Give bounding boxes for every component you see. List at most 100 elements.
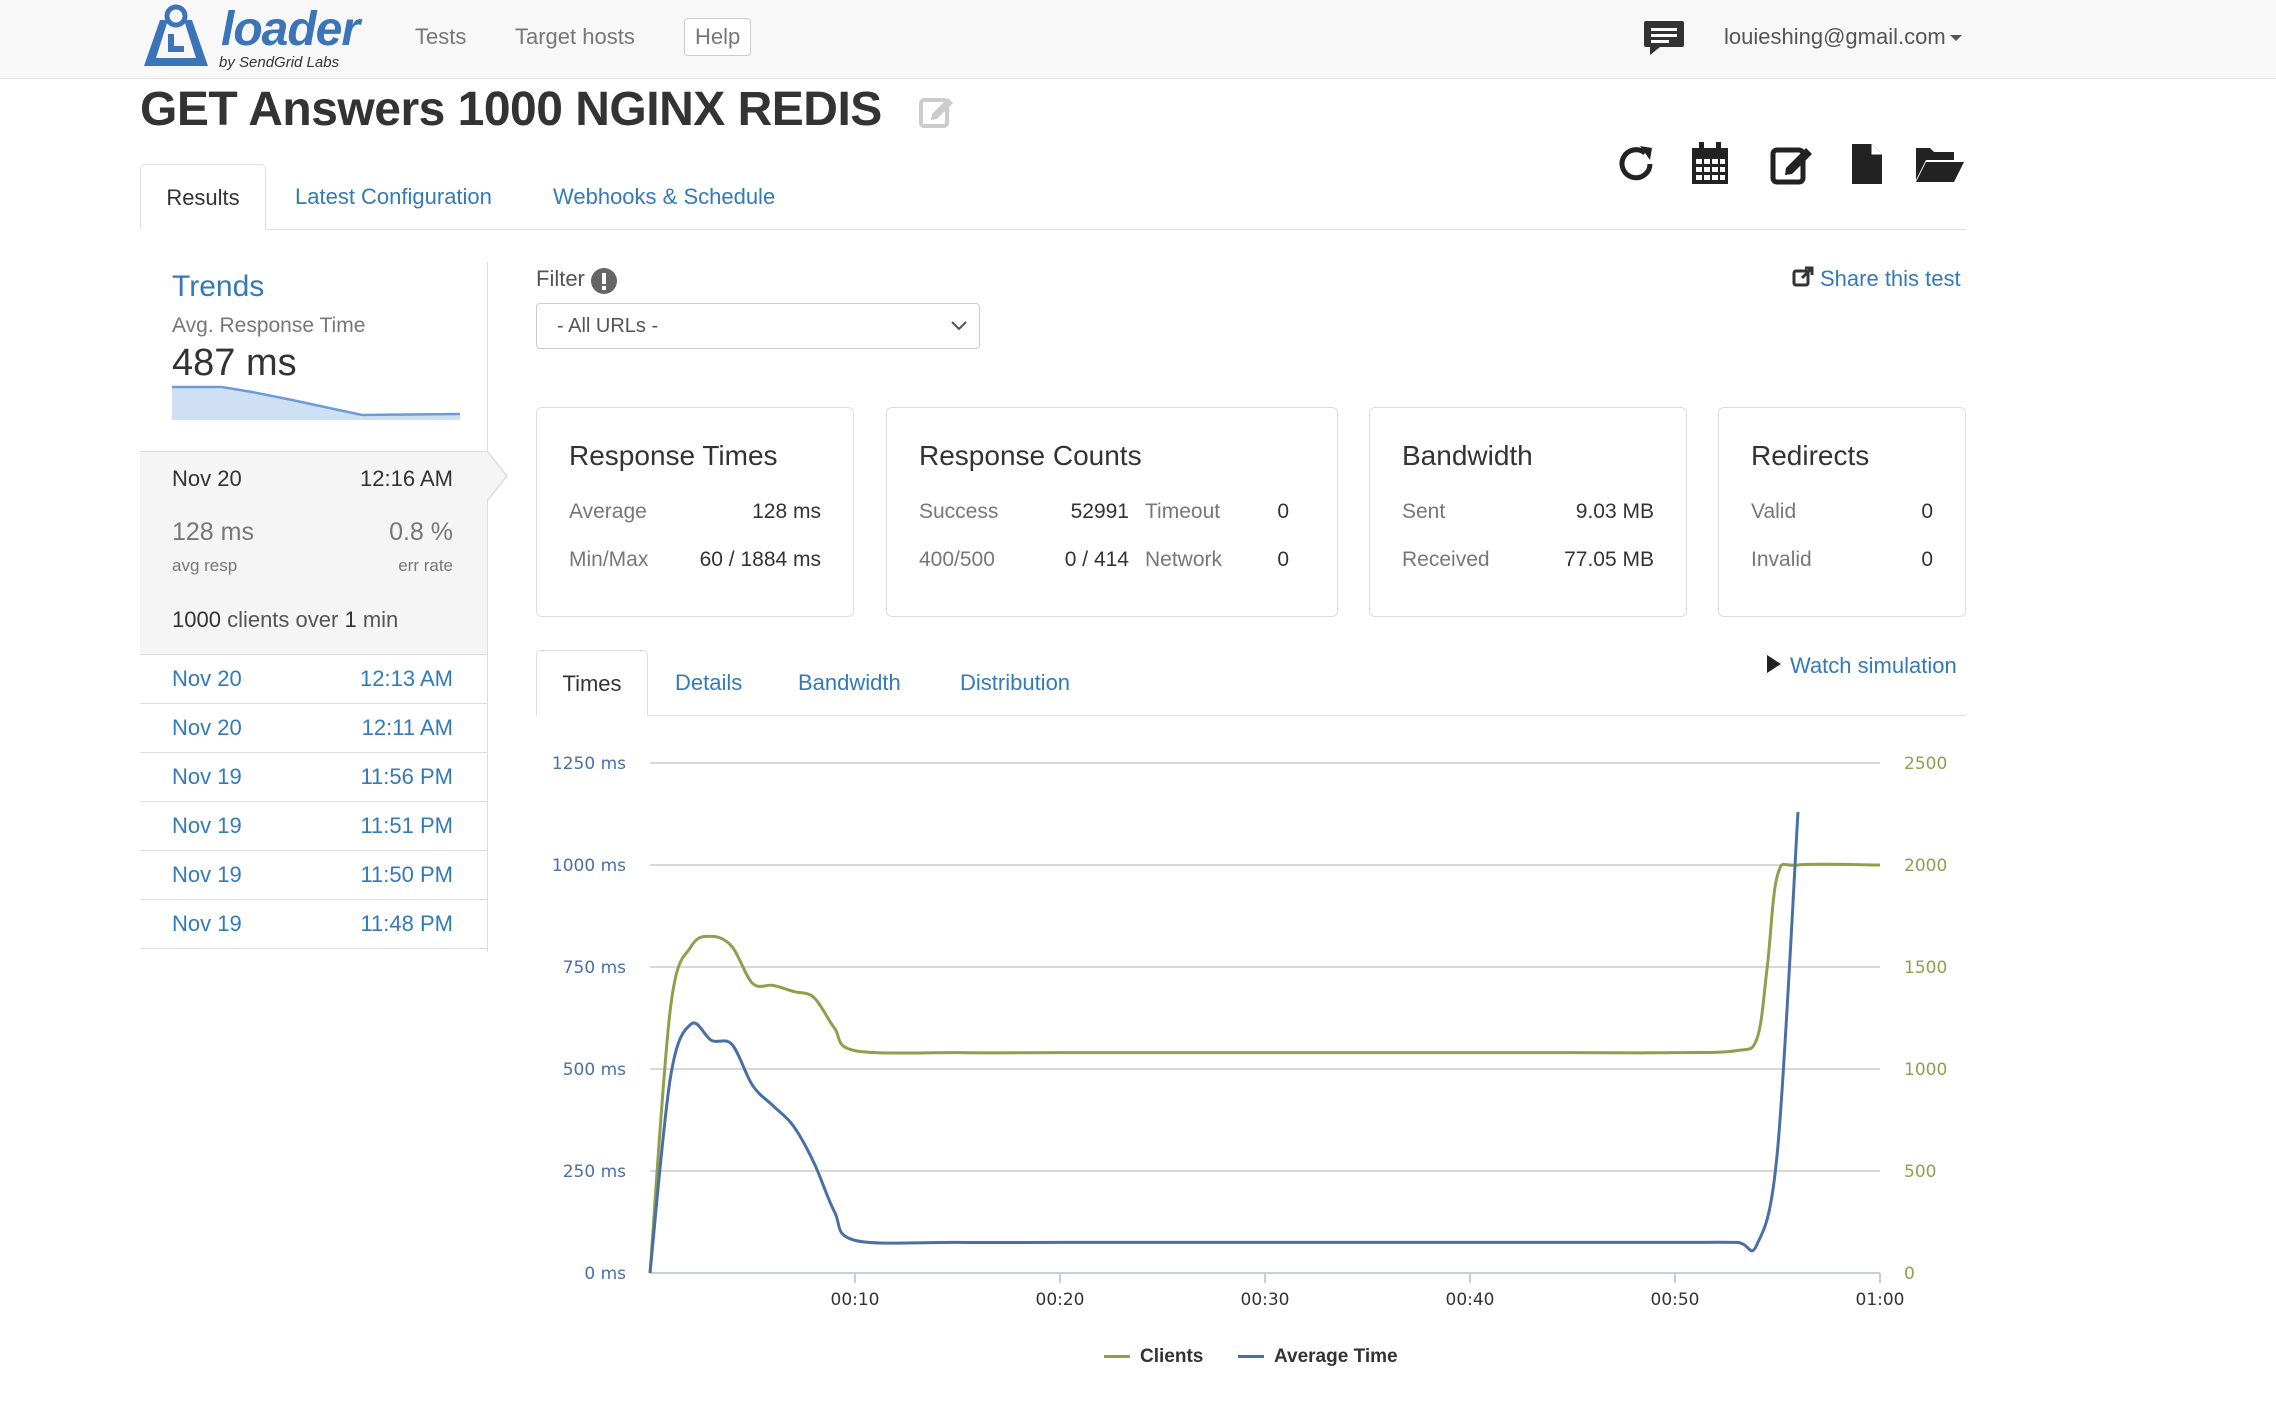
x-tick-label: 00:20 xyxy=(1036,1290,1085,1310)
share-test-link[interactable]: Share this test xyxy=(1792,266,1961,292)
run-row[interactable]: Nov 19 11:50 PM xyxy=(140,850,487,900)
refresh-icon[interactable] xyxy=(1614,142,1658,186)
run-date: Nov 19 xyxy=(172,813,242,838)
user-menu[interactable]: louieshing@gmail.com xyxy=(1724,24,1962,50)
network-label: Network xyxy=(1145,548,1223,571)
y-left-tick-label: 1000 ms xyxy=(552,856,626,876)
chart-tab-details[interactable]: Details xyxy=(675,650,742,716)
current-run-date: Nov 20 xyxy=(172,466,242,491)
nav-tests[interactable]: Tests xyxy=(415,24,466,50)
average-value: 128 ms xyxy=(752,500,821,523)
minmax-label: Min/Max xyxy=(569,548,649,571)
panel-title: Response Counts xyxy=(919,440,1142,471)
current-run-clients: 1000 clients over 1 min xyxy=(172,607,398,633)
legend-swatch-clients xyxy=(1104,1355,1130,1359)
invalid-value: 0 xyxy=(1921,548,1933,571)
duration-value: 1 xyxy=(344,607,357,632)
nav-help-button[interactable]: Help xyxy=(684,18,752,56)
edit-icon[interactable] xyxy=(1770,142,1814,186)
run-date: Nov 19 xyxy=(172,911,242,936)
run-row[interactable]: Nov 20 12:13 AM xyxy=(140,654,487,704)
y-left-tick-label: 750 ms xyxy=(563,958,626,978)
calendar-icon[interactable] xyxy=(1690,142,1730,186)
panel-response-times: Response Times Average 128 ms Min/Max 60… xyxy=(536,407,854,617)
run-time: 11:56 PM xyxy=(360,764,453,789)
network-value: 0 xyxy=(1277,548,1289,571)
y-right-tick-label: 0 xyxy=(1904,1264,1915,1284)
trend-sparkline xyxy=(172,385,460,420)
current-run-avg-resp-label: avg resp xyxy=(172,556,238,575)
share-test-label: Share this test xyxy=(1820,266,1961,291)
http-errors-label: 400/500 xyxy=(919,548,995,571)
x-tick-label: 00:40 xyxy=(1446,1290,1495,1310)
y-left-tick-label: 250 ms xyxy=(563,1162,626,1182)
valid-value: 0 xyxy=(1921,500,1933,523)
current-run-err-rate: 0.8 % xyxy=(389,518,453,546)
current-run-err-rate-label: err rate xyxy=(398,556,453,575)
y-left-tick-label: 0 ms xyxy=(584,1264,626,1284)
run-row[interactable]: Nov 19 11:51 PM xyxy=(140,801,487,851)
page-title: GET Answers 1000 NGINX REDIS xyxy=(140,83,882,136)
current-run-arrow-icon xyxy=(487,451,508,501)
received-value: 77.05 MB xyxy=(1564,548,1654,571)
legend-swatch-average-time xyxy=(1238,1355,1264,1359)
file-icon[interactable] xyxy=(1850,142,1884,186)
panel-response-counts: Response Counts Success 52991 Timeout 0 … xyxy=(886,407,1338,617)
legend-item-clients[interactable]: Clients xyxy=(1104,1346,1203,1368)
x-tick-label: 00:10 xyxy=(831,1290,880,1310)
chat-icon[interactable] xyxy=(1642,19,1686,57)
run-row[interactable]: Nov 20 12:11 AM xyxy=(140,703,487,753)
tab-results[interactable]: Results xyxy=(140,164,266,230)
nav-target-hosts[interactable]: Target hosts xyxy=(515,24,635,50)
y-left-tick-label: 1250 ms xyxy=(552,754,626,774)
sidebar-divider xyxy=(487,262,488,952)
chart-tab-distribution[interactable]: Distribution xyxy=(960,650,1070,716)
run-row[interactable]: Nov 19 11:56 PM xyxy=(140,752,487,802)
url-filter-select[interactable]: - All URLs - xyxy=(536,303,980,349)
panel-bandwidth: Bandwidth Sent 9.03 MB Received 77.05 MB xyxy=(1369,407,1687,617)
chart-tab-times[interactable]: Times xyxy=(536,650,648,716)
current-run: Nov 20 12:16 AM 128 ms avg resp 0.8 % er… xyxy=(140,451,487,655)
watch-simulation-link[interactable]: Watch simulation xyxy=(1766,653,1957,679)
current-run-time: 12:16 AM xyxy=(360,466,453,491)
filter-label: Filter xyxy=(536,266,585,291)
y-left-tick-label: 500 ms xyxy=(563,1060,626,1080)
loader-logo[interactable]: loader by SendGrid Labs xyxy=(140,2,360,74)
panel-title: Redirects xyxy=(1751,440,1870,471)
legend-label-clients: Clients xyxy=(1140,1346,1204,1367)
current-run-avg-resp: 128 ms xyxy=(172,518,254,546)
minmax-value: 60 / 1884 ms xyxy=(699,548,821,571)
share-icon xyxy=(1792,266,1814,287)
watch-simulation-label: Watch simulation xyxy=(1790,653,1957,678)
chart-tabs-divider xyxy=(536,715,1966,716)
received-label: Received xyxy=(1402,548,1490,571)
trends-title[interactable]: Trends xyxy=(172,270,264,304)
x-tick-label: 00:50 xyxy=(1651,1290,1700,1310)
caret-down-icon xyxy=(1949,35,1962,42)
sent-value: 9.03 MB xyxy=(1575,500,1654,523)
x-tick-label: 00:30 xyxy=(1241,1290,1290,1310)
url-filter-value: - All URLs - xyxy=(557,315,659,337)
run-date: Nov 20 xyxy=(172,666,242,691)
top-navbar: loader by SendGrid Labs Tests Target hos… xyxy=(0,0,2276,79)
tab-latest-configuration[interactable]: Latest Configuration xyxy=(295,164,492,230)
folder-open-icon[interactable] xyxy=(1914,142,1966,186)
loader-logo-icon xyxy=(144,4,208,66)
run-row[interactable]: Nov 19 11:48 PM xyxy=(140,899,487,949)
legend-label-average-time: Average Time xyxy=(1274,1346,1398,1367)
times-chart: 0 ms 0 250 ms 500 500 ms 1000 750 ms 1500 1000 m… xyxy=(552,754,1947,1310)
panel-title: Response Times xyxy=(569,440,778,471)
logo-text: loader xyxy=(221,3,360,56)
info-icon[interactable] xyxy=(590,267,618,295)
run-date: Nov 20 xyxy=(172,715,242,740)
http-errors-value: 0 / 414 xyxy=(1064,548,1129,571)
chart-tab-bandwidth[interactable]: Bandwidth xyxy=(798,650,901,716)
run-date: Nov 19 xyxy=(172,862,242,887)
tab-webhooks-schedule[interactable]: Webhooks & Schedule xyxy=(553,164,775,230)
valid-label: Valid xyxy=(1751,500,1797,523)
legend-item-average-time[interactable]: Average Time xyxy=(1238,1346,1398,1368)
timeout-label: Timeout xyxy=(1145,500,1221,523)
edit-title-icon[interactable] xyxy=(918,92,956,130)
play-icon xyxy=(1767,655,1781,673)
series-line-average-time xyxy=(648,811,1800,1274)
